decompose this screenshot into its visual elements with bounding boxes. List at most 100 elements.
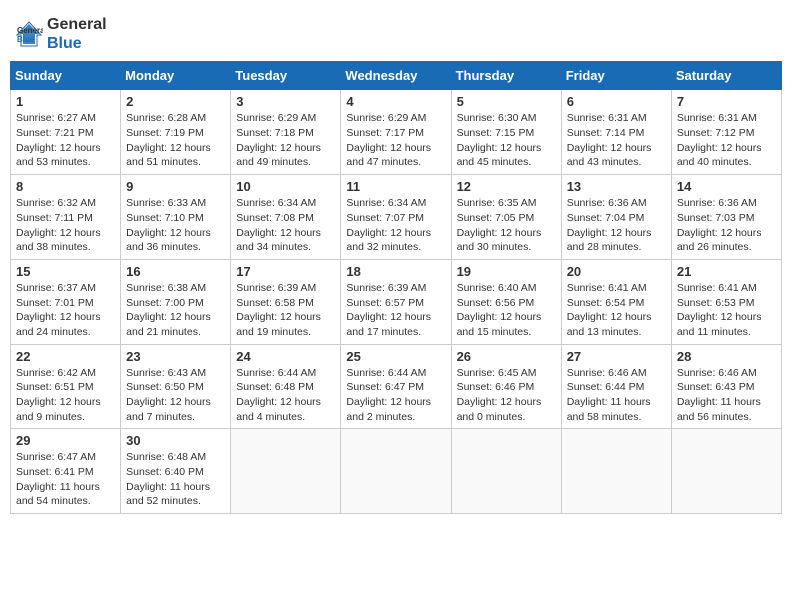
calendar-cell: 26 Sunrise: 6:45 AM Sunset: 6:46 PM Dayl… — [451, 344, 561, 429]
sunrise-text: Sunrise: 6:44 AM — [346, 367, 426, 379]
sunset-text: Sunset: 6:50 PM — [126, 381, 204, 393]
sunset-text: Sunset: 6:56 PM — [457, 297, 535, 309]
calendar-cell: 9 Sunrise: 6:33 AM Sunset: 7:10 PM Dayli… — [121, 175, 231, 260]
sunset-text: Sunset: 6:54 PM — [567, 297, 645, 309]
day-info: Sunrise: 6:36 AM Sunset: 7:03 PM Dayligh… — [677, 196, 776, 255]
sunrise-text: Sunrise: 6:41 AM — [567, 282, 647, 294]
sunset-text: Sunset: 6:53 PM — [677, 297, 755, 309]
daylight-text: Daylight: 12 hours and 24 minutes. — [16, 311, 101, 338]
day-number: 20 — [567, 264, 666, 279]
day-info: Sunrise: 6:41 AM Sunset: 6:53 PM Dayligh… — [677, 281, 776, 340]
sunrise-text: Sunrise: 6:35 AM — [457, 197, 537, 209]
calendar-cell: 10 Sunrise: 6:34 AM Sunset: 7:08 PM Dayl… — [231, 175, 341, 260]
daylight-text: Daylight: 12 hours and 4 minutes. — [236, 396, 321, 423]
day-info: Sunrise: 6:32 AM Sunset: 7:11 PM Dayligh… — [16, 196, 115, 255]
calendar-cell: 28 Sunrise: 6:46 AM Sunset: 6:43 PM Dayl… — [671, 344, 781, 429]
day-info: Sunrise: 6:44 AM Sunset: 6:48 PM Dayligh… — [236, 366, 335, 425]
calendar-cell — [341, 429, 451, 514]
day-header-sunday: Sunday — [11, 62, 121, 90]
day-number: 17 — [236, 264, 335, 279]
calendar-cell: 19 Sunrise: 6:40 AM Sunset: 6:56 PM Dayl… — [451, 259, 561, 344]
day-info: Sunrise: 6:33 AM Sunset: 7:10 PM Dayligh… — [126, 196, 225, 255]
daylight-text: Daylight: 12 hours and 53 minutes. — [16, 142, 101, 169]
day-number: 3 — [236, 94, 335, 109]
sunset-text: Sunset: 6:47 PM — [346, 381, 424, 393]
daylight-text: Daylight: 11 hours and 56 minutes. — [677, 396, 761, 423]
sunrise-text: Sunrise: 6:39 AM — [346, 282, 426, 294]
daylight-text: Daylight: 12 hours and 2 minutes. — [346, 396, 431, 423]
sunset-text: Sunset: 7:04 PM — [567, 212, 645, 224]
sunset-text: Sunset: 6:58 PM — [236, 297, 314, 309]
sunrise-text: Sunrise: 6:45 AM — [457, 367, 537, 379]
sunset-text: Sunset: 6:44 PM — [567, 381, 645, 393]
calendar-cell: 5 Sunrise: 6:30 AM Sunset: 7:15 PM Dayli… — [451, 90, 561, 175]
day-info: Sunrise: 6:42 AM Sunset: 6:51 PM Dayligh… — [16, 366, 115, 425]
day-info: Sunrise: 6:43 AM Sunset: 6:50 PM Dayligh… — [126, 366, 225, 425]
header: General Blue General Blue — [10, 10, 782, 53]
svg-text:General: General — [17, 26, 43, 35]
day-number: 29 — [16, 433, 115, 448]
day-header-tuesday: Tuesday — [231, 62, 341, 90]
sunset-text: Sunset: 6:40 PM — [126, 466, 204, 478]
day-number: 7 — [677, 94, 776, 109]
daylight-text: Daylight: 12 hours and 7 minutes. — [126, 396, 211, 423]
calendar-week-4: 22 Sunrise: 6:42 AM Sunset: 6:51 PM Dayl… — [11, 344, 782, 429]
calendar-cell — [561, 429, 671, 514]
day-info: Sunrise: 6:39 AM Sunset: 6:57 PM Dayligh… — [346, 281, 445, 340]
day-number: 19 — [457, 264, 556, 279]
day-number: 8 — [16, 179, 115, 194]
day-number: 25 — [346, 349, 445, 364]
daylight-text: Daylight: 12 hours and 49 minutes. — [236, 142, 321, 169]
day-info: Sunrise: 6:28 AM Sunset: 7:19 PM Dayligh… — [126, 111, 225, 170]
daylight-text: Daylight: 12 hours and 51 minutes. — [126, 142, 211, 169]
calendar-cell: 20 Sunrise: 6:41 AM Sunset: 6:54 PM Dayl… — [561, 259, 671, 344]
sunrise-text: Sunrise: 6:40 AM — [457, 282, 537, 294]
sunrise-text: Sunrise: 6:31 AM — [567, 112, 647, 124]
day-number: 23 — [126, 349, 225, 364]
day-info: Sunrise: 6:37 AM Sunset: 7:01 PM Dayligh… — [16, 281, 115, 340]
sunrise-text: Sunrise: 6:34 AM — [236, 197, 316, 209]
day-number: 24 — [236, 349, 335, 364]
daylight-text: Daylight: 12 hours and 30 minutes. — [457, 227, 542, 254]
day-info: Sunrise: 6:29 AM Sunset: 7:18 PM Dayligh… — [236, 111, 335, 170]
day-info: Sunrise: 6:31 AM Sunset: 7:12 PM Dayligh… — [677, 111, 776, 170]
day-info: Sunrise: 6:30 AM Sunset: 7:15 PM Dayligh… — [457, 111, 556, 170]
daylight-text: Daylight: 12 hours and 11 minutes. — [677, 311, 762, 338]
calendar-cell: 8 Sunrise: 6:32 AM Sunset: 7:11 PM Dayli… — [11, 175, 121, 260]
sunset-text: Sunset: 7:12 PM — [677, 127, 755, 139]
sunset-text: Sunset: 7:01 PM — [16, 297, 94, 309]
day-info: Sunrise: 6:27 AM Sunset: 7:21 PM Dayligh… — [16, 111, 115, 170]
daylight-text: Daylight: 12 hours and 47 minutes. — [346, 142, 431, 169]
calendar-cell: 6 Sunrise: 6:31 AM Sunset: 7:14 PM Dayli… — [561, 90, 671, 175]
calendar-cell: 24 Sunrise: 6:44 AM Sunset: 6:48 PM Dayl… — [231, 344, 341, 429]
svg-text:Blue: Blue — [17, 35, 35, 44]
sunrise-text: Sunrise: 6:33 AM — [126, 197, 206, 209]
sunset-text: Sunset: 7:10 PM — [126, 212, 204, 224]
calendar-cell — [671, 429, 781, 514]
sunrise-text: Sunrise: 6:30 AM — [457, 112, 537, 124]
daylight-text: Daylight: 11 hours and 54 minutes. — [16, 481, 100, 508]
day-info: Sunrise: 6:45 AM Sunset: 6:46 PM Dayligh… — [457, 366, 556, 425]
calendar-header-row: SundayMondayTuesdayWednesdayThursdayFrid… — [11, 62, 782, 90]
calendar-cell: 17 Sunrise: 6:39 AM Sunset: 6:58 PM Dayl… — [231, 259, 341, 344]
day-info: Sunrise: 6:31 AM Sunset: 7:14 PM Dayligh… — [567, 111, 666, 170]
day-number: 27 — [567, 349, 666, 364]
daylight-text: Daylight: 12 hours and 32 minutes. — [346, 227, 431, 254]
day-number: 26 — [457, 349, 556, 364]
day-info: Sunrise: 6:48 AM Sunset: 6:40 PM Dayligh… — [126, 450, 225, 509]
day-number: 2 — [126, 94, 225, 109]
sunset-text: Sunset: 6:41 PM — [16, 466, 94, 478]
calendar-cell: 4 Sunrise: 6:29 AM Sunset: 7:17 PM Dayli… — [341, 90, 451, 175]
day-info: Sunrise: 6:39 AM Sunset: 6:58 PM Dayligh… — [236, 281, 335, 340]
sunset-text: Sunset: 7:21 PM — [16, 127, 94, 139]
sunset-text: Sunset: 7:03 PM — [677, 212, 755, 224]
day-info: Sunrise: 6:29 AM Sunset: 7:17 PM Dayligh… — [346, 111, 445, 170]
calendar-cell: 13 Sunrise: 6:36 AM Sunset: 7:04 PM Dayl… — [561, 175, 671, 260]
day-number: 28 — [677, 349, 776, 364]
calendar-cell: 16 Sunrise: 6:38 AM Sunset: 7:00 PM Dayl… — [121, 259, 231, 344]
day-number: 14 — [677, 179, 776, 194]
sunrise-text: Sunrise: 6:31 AM — [677, 112, 757, 124]
calendar-cell: 23 Sunrise: 6:43 AM Sunset: 6:50 PM Dayl… — [121, 344, 231, 429]
daylight-text: Daylight: 12 hours and 40 minutes. — [677, 142, 762, 169]
daylight-text: Daylight: 12 hours and 43 minutes. — [567, 142, 652, 169]
